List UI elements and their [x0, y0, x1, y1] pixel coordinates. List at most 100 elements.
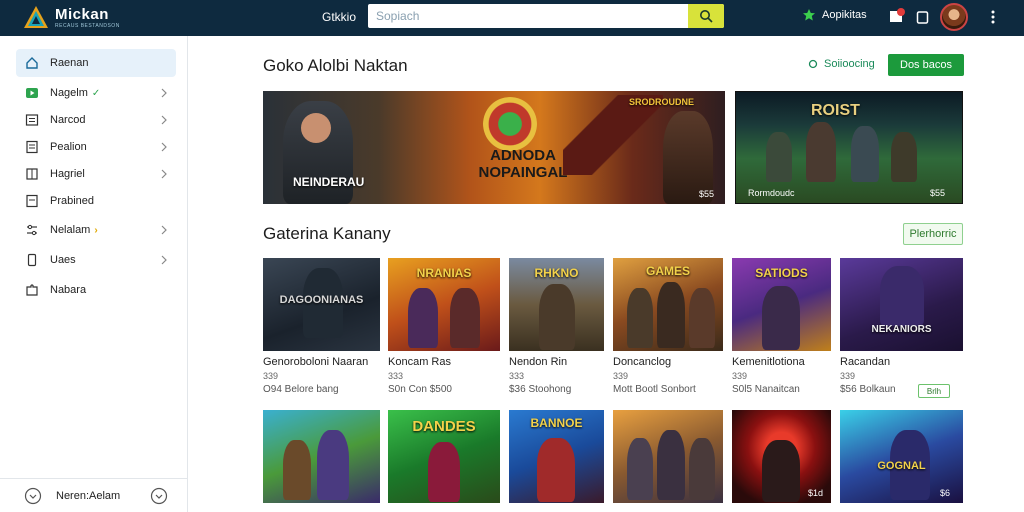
banner-left-label: NEINDERAU	[293, 175, 365, 189]
game-thumbnail: RHKNO	[509, 258, 604, 351]
chevron-down-circle-icon[interactable]	[24, 487, 42, 505]
search-input[interactable]	[368, 4, 688, 28]
game-thumbnail: NEKANIORS	[840, 258, 963, 351]
window-button[interactable]	[916, 8, 930, 31]
star-icon	[803, 9, 815, 21]
game-title: Genoroboloni Naaran	[263, 356, 369, 368]
sidebar-item-6[interactable]: Prabined	[16, 187, 176, 215]
game-thumbnail	[263, 410, 380, 503]
list-icon	[24, 112, 40, 128]
sidebar-item-label: Nabara	[50, 284, 87, 296]
featured-banner-main[interactable]: ADNODA NOPAINGAL NEINDERAU SRODROUDNE $5…	[263, 91, 725, 204]
game-title: Doncanclog	[613, 356, 672, 368]
sidebar-footer: Neren:Aelam	[0, 478, 188, 512]
app-logo[interactable]: Mickan RECAUS BESTANDSON	[22, 3, 120, 33]
sidebar-item-8[interactable]: Uaes	[16, 246, 176, 274]
game-thumbnail: GAMES	[613, 258, 723, 351]
thumbnail-title: BANNOE	[530, 416, 583, 430]
featured-action-button[interactable]: Dos bacos	[888, 54, 964, 76]
game-meta: O94 Belore bang	[263, 384, 339, 395]
search-bar	[368, 4, 724, 28]
sidebar-item-label: Uaes	[50, 254, 76, 266]
game-card[interactable]: DANDES	[388, 410, 500, 512]
sidebar-item-5[interactable]: Hagriel	[16, 160, 176, 188]
banner-title: ADNODA NOPAINGAL	[478, 147, 568, 181]
notification-icon	[890, 8, 905, 22]
game-badge: Brlh	[918, 384, 950, 398]
game-count: 333	[388, 371, 404, 381]
game-count: 339	[263, 371, 279, 381]
game-thumbnail: SATIODS	[732, 258, 831, 351]
game-thumbnail: BANNOE	[509, 410, 604, 503]
puzzle-icon	[24, 282, 40, 298]
user-avatar[interactable]	[940, 3, 968, 31]
featured-banner-secondary[interactable]: ROIST Rormdoudc $55	[735, 91, 963, 204]
game-title: Nendon Rin	[509, 356, 568, 368]
notification-button[interactable]	[888, 8, 906, 31]
catalog-title: Gaterina Kanany	[263, 224, 391, 243]
chevron-right-icon	[161, 115, 167, 125]
catalog-action-button[interactable]: Plerhorric	[903, 223, 963, 245]
game-count: 339	[732, 371, 748, 381]
search-button[interactable]	[688, 4, 724, 28]
game-title: Racandan	[840, 356, 891, 368]
sidebar: Raenan Nagelm ✓ Narcod Pealion Hagriel P…	[0, 36, 188, 512]
game-card[interactable]: BANNOE	[509, 410, 604, 512]
document-icon	[24, 193, 40, 209]
game-thumbnail: DAGOONIANAS	[263, 258, 380, 351]
chevron-right-icon	[161, 88, 167, 98]
thumbnail-title: RHKNO	[534, 266, 579, 280]
featured-view-link[interactable]: Soiioocing	[808, 58, 875, 70]
top-bar: Mickan RECAUS BESTANDSON Gtkkio Aopikita…	[0, 0, 1024, 36]
chevron-right-icon	[161, 142, 167, 152]
chevron-right-icon	[161, 169, 167, 179]
thumbnail-title: NEKANIORS	[871, 324, 932, 335]
logo-icon	[24, 6, 48, 28]
game-meta: Mott Bootl Sonbort	[613, 384, 696, 395]
thumbnail-title: GAMES	[645, 264, 690, 278]
sidebar-item-home[interactable]: Raenan	[16, 49, 176, 77]
chevron-right-icon	[161, 225, 167, 235]
game-card[interactable]: GOGNAL $6	[840, 410, 963, 512]
game-count: 339	[840, 371, 856, 381]
game-meta: $56 Bolkaun	[840, 384, 896, 395]
banner-title: ROIST	[811, 102, 860, 119]
thumbnail-title: DAGOONIANAS	[279, 294, 364, 306]
sidebar-item-label: Nelalam	[50, 224, 91, 236]
check-icon: ✓	[91, 87, 101, 99]
phone-icon	[24, 252, 40, 268]
featured-title: Goko Alolbi Naktan	[263, 56, 408, 75]
circle-icon	[808, 59, 818, 69]
sidebar-item-3[interactable]: Narcod	[16, 106, 176, 134]
game-meta: S0n Con $500	[388, 384, 452, 395]
sidebar-footer-label[interactable]: Neren:Aelam	[56, 490, 120, 502]
top-nav-link[interactable]: Gtkkio	[322, 10, 356, 24]
sidebar-item-4[interactable]: Pealion	[16, 133, 176, 161]
favorites-label: Aopikitas	[822, 9, 867, 21]
thumbnail-title: DANDES	[412, 418, 476, 435]
sidebar-item-7[interactable]: Nelalam ›	[16, 216, 176, 244]
sidebar-item-2[interactable]: Nagelm ✓	[16, 79, 176, 107]
chevron-down-circle-icon[interactable]	[150, 487, 168, 505]
game-thumbnail	[613, 410, 723, 503]
home-icon	[24, 55, 40, 71]
sidebar-item-label: Pealion	[50, 141, 87, 153]
game-card[interactable]: $1d	[732, 410, 831, 512]
game-count: 339	[613, 371, 629, 381]
sidebar-item-label: Hagriel	[50, 168, 85, 180]
favorites-link[interactable]: Aopikitas	[802, 8, 867, 22]
sidebar-item-label: Raenan	[50, 57, 89, 69]
more-menu-button[interactable]	[988, 8, 998, 31]
logo-subtitle: RECAUS BESTANDSON	[55, 23, 120, 29]
game-title: Kemenitlotiona	[732, 356, 805, 368]
game-thumbnail: $1d	[732, 410, 831, 503]
play-icon	[24, 85, 40, 101]
sidebar-item-label: Narcod	[50, 114, 86, 126]
sidebar-item-9[interactable]: Nabara	[16, 276, 176, 304]
banner-left-label: Rormdoudc	[748, 188, 795, 198]
game-thumbnail: NRANIAS	[388, 258, 500, 351]
thumbnail-corner: $1d	[808, 488, 824, 498]
game-count: 333	[509, 371, 525, 381]
game-card[interactable]	[613, 410, 723, 512]
game-card[interactable]	[263, 410, 380, 512]
